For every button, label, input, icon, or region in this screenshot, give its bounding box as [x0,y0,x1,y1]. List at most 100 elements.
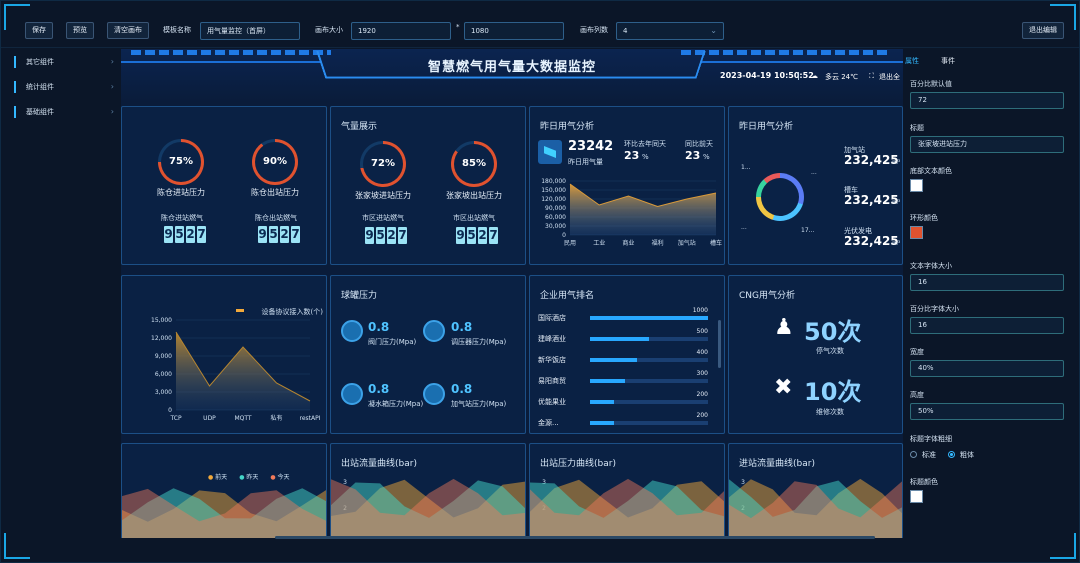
rank-bar-fill [590,400,614,404]
fan-icon [341,383,363,405]
percent-unit: % [642,153,649,161]
panel-enterprise-ranking[interactable]: 企业用气排名 国际酒店 1000 建峰酒业 500 新华饭店 400 易阳商贸 300 优能果业… [529,275,725,434]
fan-icon [341,320,363,342]
chart-legend: ● 前天 ● 昨天 ● 今天 [208,474,290,481]
percent-default-input[interactable]: 72 [910,92,1064,109]
rank-bar [590,358,708,362]
fan-icon [423,320,445,342]
panel-protocol[interactable]: 设备协议接入数(个) 15,000 12,000 9,000 6,000 3,000 0 T… [121,275,327,434]
canvas-width-input[interactable]: 1920 [351,22,451,40]
gas-usage-icon [538,140,562,164]
x-tick-label: 加气站 [678,239,696,247]
fullscreen-icon: ⛶ [869,72,874,80]
yesterday-value-label: 昨日用气量 [568,158,603,166]
rank-bar [590,421,708,425]
digit-counter: 9527 [365,227,407,244]
radio-normal[interactable] [910,451,917,458]
height-input[interactable]: 50% [910,403,1064,420]
bottom-text-color-picker[interactable] [910,179,923,192]
digit-counter: 9527 [164,226,206,243]
wrench-icon: ✖ [774,375,793,400]
field-label: 标题 [910,124,924,132]
panel-tank-pressure[interactable]: 球罐压力 0.8 阀门压力(Mpa) 0.8 调压器压力(Mpa) 0.8 凝水… [330,275,526,434]
sidebar-item-stats[interactable]: 统计组件 › [14,81,114,93]
ring-label: 张家坡进站压力 [355,191,411,200]
title-input[interactable]: 张家坡进站压力 [910,136,1064,153]
canvas-scrollbar[interactable] [275,536,875,539]
text-size-input[interactable]: 16 [910,274,1064,291]
x-tick-label: UDP [203,415,216,422]
y-tick-label: 30,000 [545,223,566,230]
source-value: 232,425 [844,153,899,167]
panel-title: 进站流量曲线(bar) [739,459,815,469]
preview-button[interactable]: 预览 [66,22,94,39]
rank-name: 易阳商贸 [538,377,566,385]
canvas-size-label: 画布大小 [315,26,343,34]
fan-icon [423,383,445,405]
panel-in-flow[interactable]: 进站流量曲线(bar) 32 [728,443,903,538]
ring-chencang-in: 75% [158,139,204,185]
rank-bar [590,400,708,404]
donut-label: 1... [741,164,751,171]
radio-normal-label: 标准 [922,451,936,459]
canvas-height-input[interactable]: 1080 [464,22,564,40]
donut-label: 17... [801,227,815,234]
percent-unit: % [703,153,710,161]
panel-out-pressure[interactable]: 出站压力曲线(bar) 32 [529,443,725,538]
sidebar-item-basic[interactable]: 基础组件 › [14,106,114,118]
panel-title: 气量展示 [341,122,378,132]
width-input[interactable]: 40% [910,360,1064,377]
percent-size-input[interactable]: 16 [910,317,1064,334]
template-name-input[interactable]: 用气量监控（首屏） [200,22,300,40]
rank-name: 新华饭店 [538,356,566,364]
yesterday-area-chart: 180,000 150,000 120,000 90,000 60,000 30,000 0… [541,178,722,247]
scrollbar[interactable] [718,320,721,368]
panel-cng[interactable]: CNG用气分析 ♟ 50次 停气次数 ✖ 10次 维修次数 [728,275,903,434]
radio-bold[interactable] [948,451,955,458]
chevron-right-icon: › [110,57,114,66]
donut-label: ... [741,224,747,231]
x-tick-label: 福利 [652,239,664,247]
panel-three-day[interactable]: ● 前天 ● 昨天 ● 今天 [121,443,327,538]
chevron-right-icon: › [110,107,114,116]
ring-compare-label: 环比去年同天 [624,140,666,148]
sidebar-item-other[interactable]: 其它组件 › [14,56,114,68]
panel-yesterday-usage[interactable]: 昨日用气分析 23242 昨日用气量 环比去年同天 23 % 同比前天 23 %… [529,106,725,265]
out-flow-chart: 32 [331,478,525,538]
donut-chart [756,173,804,221]
panel-out-flow[interactable]: 出站流量曲线(bar) 32 [330,443,526,538]
rank-value: 1000 [692,307,708,314]
panel-chencang[interactable]: 75% 90% 陈仓进站压力 陈仓出站压力 陈仓进站燃气 陈仓出站燃气 9527… [121,106,327,265]
component-sidebar: 其它组件 › 统计组件 › 基础组件 › [0,50,120,540]
tab-attributes[interactable]: 属性 [905,56,919,66]
y-tick-label: 9,000 [155,353,172,360]
repair-label: 维修次数 [816,408,844,416]
field-label: 文本字体大小 [910,262,952,270]
ring-zjp-in: 72% [360,141,406,187]
panel-title: CNG用气分析 [739,291,795,301]
y-tick-label: 0 [562,232,566,239]
rank-bar-fill [590,358,638,362]
title-color-picker[interactable] [910,490,923,503]
gauge-label: 阀门压力(Mpa) [368,338,417,346]
ring-zjp-out: 85% [451,141,497,187]
field-label: 高度 [910,391,924,399]
tab-events[interactable]: 事件 [941,56,955,66]
panel-gas-display[interactable]: 气量展示 72% 85% 张家坡进站压力 张家坡出站压力 市区进站燃气 市区出站… [330,106,526,265]
clear-canvas-button[interactable]: 清空画布 [107,22,149,39]
ring-color-picker[interactable] [910,226,923,239]
stop-label: 停气次数 [816,347,844,355]
digit-counter: 9527 [258,226,300,243]
canvas-columns-select[interactable]: 4 ⌄ [616,22,724,40]
gauge-label: 加气站压力(Mpa) [451,400,507,408]
rank-bar-fill [590,379,626,383]
x-tick-label: 槽车 [710,239,722,247]
panel-yesterday-source[interactable]: 昨日用气分析 1... ... ... 17... 加气站 232,425 m³… [728,106,903,265]
y-tick-label: 6,000 [155,371,172,378]
exit-fullscreen-link[interactable]: 退出全 [879,72,900,82]
source-value: 232,425 [844,234,899,248]
panel-title: 出站流量曲线(bar) [341,459,417,469]
rank-bar [590,337,708,341]
dashboard-canvas[interactable]: 智慧燃气用气量大数据监控 2023-04-19 10:50:52 | ☁ 多云 … [121,49,903,538]
panel-title: 球罐压力 [341,291,378,301]
